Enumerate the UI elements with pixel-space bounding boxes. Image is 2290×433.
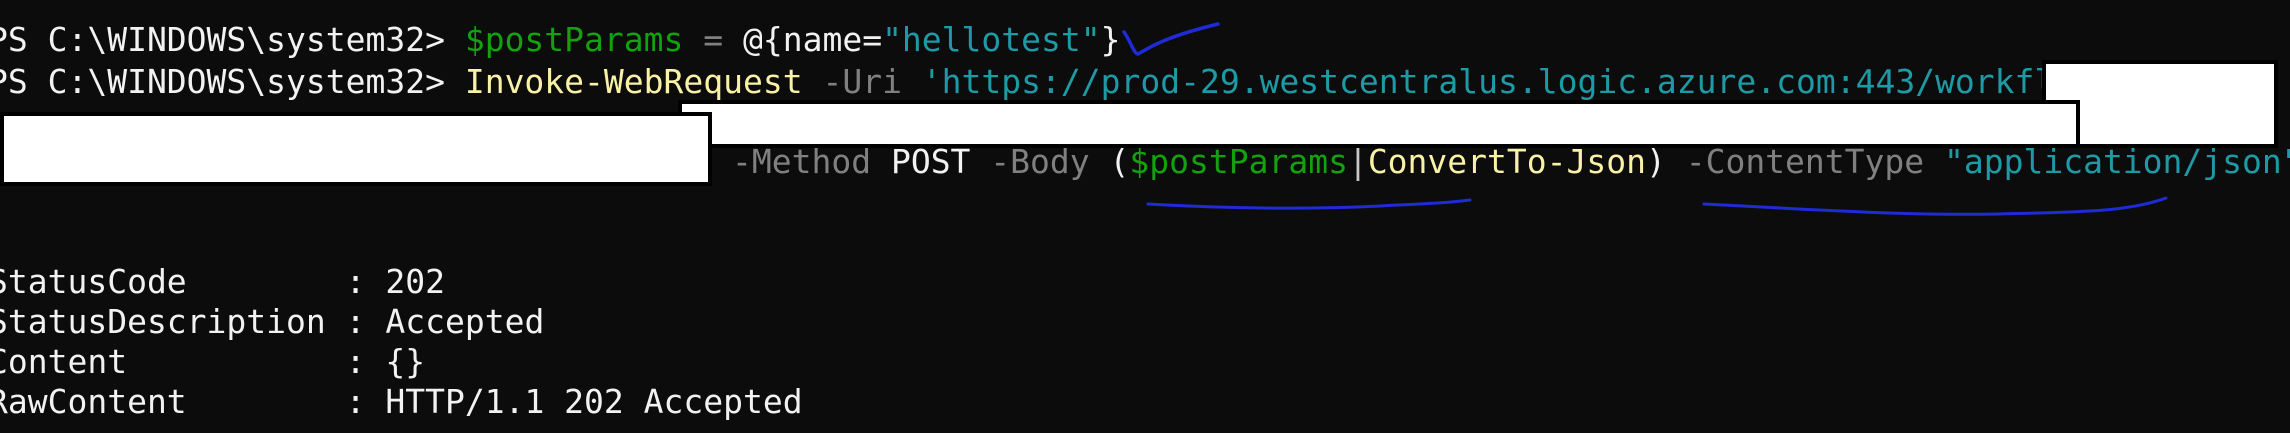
output-separator: : — [325, 302, 386, 341]
redaction-box-uri-start — [0, 112, 712, 186]
output-separator: : — [186, 262, 386, 301]
output-key: StatusCode — [0, 262, 187, 301]
output-row-status-description: StatusDescription : Accepted — [0, 302, 544, 342]
variable-name: $postParams — [464, 20, 684, 59]
output-key: RawContent — [0, 382, 187, 421]
output-separator: : — [127, 342, 386, 381]
hashtable-close: } — [1100, 20, 1121, 59]
powershell-terminal[interactable]: PS C:\WINDOWS\system32> $postParams = @{… — [0, 0, 2290, 433]
checkmark-annotation — [1122, 22, 1220, 56]
underline-annotation-content-type — [1702, 196, 2168, 216]
output-separator: : — [186, 382, 386, 421]
hashtable-open: @{name= — [742, 20, 883, 59]
output-key: StatusDescription — [0, 302, 326, 341]
prompt: PS C:\WINDOWS\system32> — [0, 62, 465, 101]
output-key: Content — [0, 342, 128, 381]
command-line-1: PS C:\WINDOWS\system32> $postParams = @{… — [0, 20, 1120, 60]
command-line-3: -Method POST -Body ($postParams|ConvertT… — [732, 142, 2290, 182]
output-value: Accepted — [385, 302, 545, 341]
output-value: {} — [385, 342, 426, 381]
string-value: "hellotest" — [882, 20, 1101, 59]
output-row-status-code: StatusCode : 202 — [0, 262, 445, 302]
assignment-operator: = — [683, 20, 743, 59]
prompt: PS C:\WINDOWS\system32> — [0, 20, 465, 59]
cmdlet-name: Invoke-WebRequest — [464, 62, 803, 101]
redaction-box-uri-middle — [678, 100, 2080, 148]
output-value: 202 — [385, 262, 445, 301]
uri-value: 'https://prod-29.westcentralus.logic.azu… — [921, 62, 2134, 101]
output-row-content: Content : {} — [0, 342, 425, 382]
output-row-raw-content: RawContent : HTTP/1.1 202 Accepted — [0, 382, 803, 422]
underline-annotation-body-var — [1146, 198, 1472, 210]
command-line-2: PS C:\WINDOWS\system32> Invoke-WebReques… — [0, 62, 2134, 102]
output-value: HTTP/1.1 202 Accepted — [385, 382, 803, 421]
uri-parameter: -Uri — [802, 62, 922, 101]
